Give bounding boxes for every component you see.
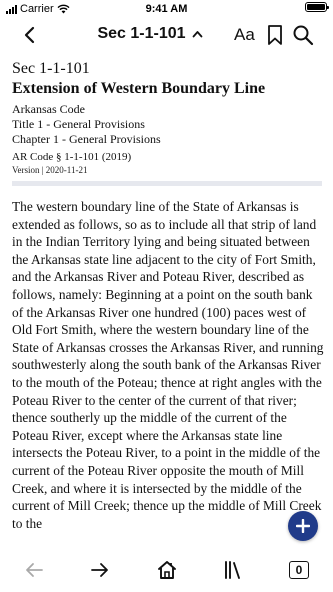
nav-bar: Sec 1-1-101 Aa xyxy=(0,18,333,52)
section-body-text: The western boundary line of the State o… xyxy=(12,199,324,531)
section-title-dropdown[interactable]: Sec 1-1-101 xyxy=(90,25,210,43)
home-icon xyxy=(158,561,176,579)
arrow-left-icon xyxy=(26,563,43,577)
font-size-button[interactable]: Aa xyxy=(234,25,255,45)
chevron-up-icon xyxy=(192,31,202,38)
search-icon xyxy=(293,25,314,46)
library-icon xyxy=(225,561,240,579)
battery-icon xyxy=(305,2,329,12)
status-time: 9:41 AM xyxy=(145,3,188,15)
chapter-name: Chapter 1 - General Provisions xyxy=(12,132,161,146)
previous-section-button[interactable] xyxy=(22,558,46,582)
section-heading: Extension of Western Boundary Line xyxy=(12,80,266,97)
tabs-count: 0 xyxy=(289,561,309,579)
status-bar: Carrier 9:41 AM xyxy=(0,0,333,18)
code-hierarchy: Arkansas Code Title 1 - General Provisio… xyxy=(12,102,324,147)
code-reference: AR Code § 1-1-101 (2019) xyxy=(12,151,132,163)
home-button[interactable] xyxy=(155,558,179,582)
library-button[interactable] xyxy=(222,558,246,582)
next-section-button[interactable] xyxy=(88,558,112,582)
search-button[interactable] xyxy=(292,24,314,46)
bookmark-icon xyxy=(268,25,282,45)
nav-title: Sec 1-1-101 xyxy=(97,25,186,42)
bottom-toolbar: 0 xyxy=(0,548,333,592)
back-button[interactable] xyxy=(18,24,40,46)
arrow-right-icon xyxy=(91,563,108,577)
plus-icon xyxy=(296,519,310,533)
bookmark-button[interactable] xyxy=(266,24,284,46)
tabs-button[interactable]: 0 xyxy=(287,558,311,582)
section-content[interactable]: Sec 1-1-101 Extension of Western Boundar… xyxy=(12,56,324,548)
section-number: Sec 1-1-101 xyxy=(12,60,90,77)
code-name: Arkansas Code xyxy=(12,102,85,116)
title-name: Title 1 - General Provisions xyxy=(12,117,145,131)
divider xyxy=(12,181,322,186)
add-note-button[interactable] xyxy=(288,511,318,541)
version-label: Version | 2020-11-21 xyxy=(12,165,88,175)
back-chevron-icon xyxy=(24,26,35,44)
